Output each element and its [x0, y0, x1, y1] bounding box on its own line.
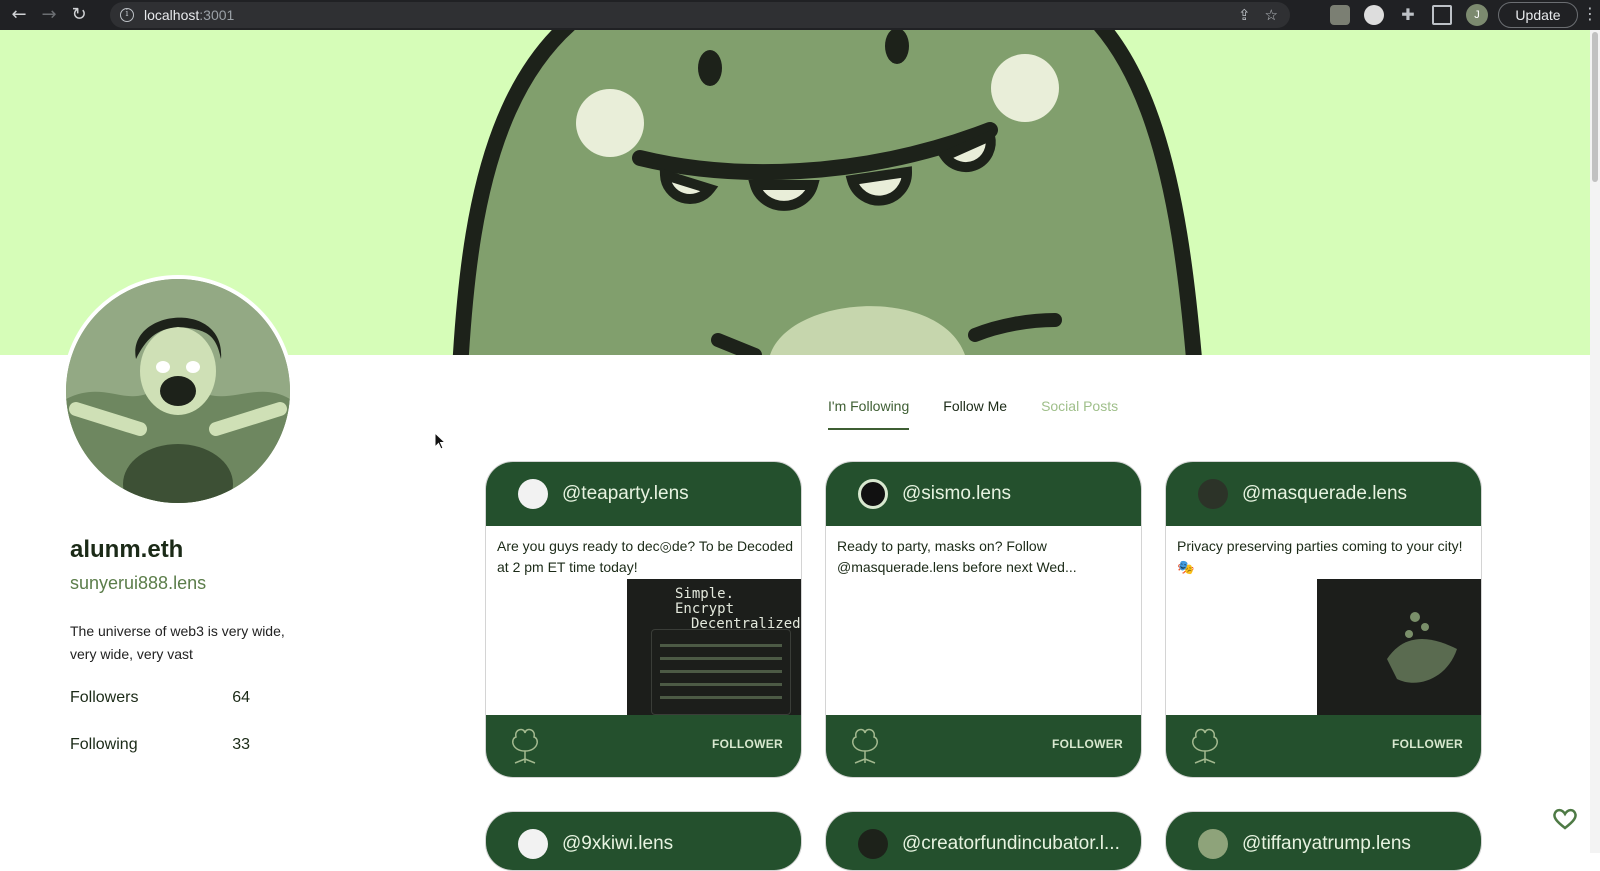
url-host: localhost [144, 7, 200, 23]
card-handle[interactable]: @masquerade.lens [1242, 483, 1407, 505]
creatorfund-avatar-icon [858, 829, 888, 859]
card-footer: FOLLOWER [826, 715, 1141, 777]
following-stat[interactable]: Following 33 [70, 736, 250, 754]
browser-menu-icon[interactable]: ⋮ [1582, 4, 1598, 23]
lens-tree-icon [852, 728, 878, 764]
profile-handle: sunyerui888.lens [70, 573, 207, 593]
extension-fox-icon[interactable] [1330, 5, 1350, 25]
mask-artwork-icon [1387, 612, 1457, 683]
teaparty-avatar-icon [518, 479, 548, 509]
back-arrow-icon[interactable]: ← [8, 4, 30, 26]
heart-icon[interactable] [1552, 808, 1578, 830]
share-icon[interactable]: ⇪ [1238, 6, 1251, 24]
card-post-image [1317, 579, 1481, 715]
profile-name: alunm.eth [70, 536, 184, 563]
lens-tree-icon [1192, 728, 1218, 764]
following-label: Following [70, 736, 138, 753]
bookmark-star-icon[interactable]: ☆ [1265, 6, 1278, 24]
following-card[interactable]: @9xkiwi.lens [485, 811, 802, 871]
card-header: @creatorfundincubator.l... [826, 812, 1141, 870]
update-button[interactable]: Update [1498, 2, 1578, 28]
card-footer: FOLLOWER [1166, 715, 1481, 777]
avatar-illustration [66, 279, 290, 503]
post-image-line-1: Simple. Encrypt [675, 586, 735, 617]
following-count: 33 [232, 736, 250, 753]
tab-im-following[interactable]: I'm Following [828, 398, 910, 430]
card-header: @sismo.lens [826, 462, 1141, 526]
browser-toolbar: ← → ↻ i localhost:3001 ⇪ ☆ ✚ J Update ⋮ [0, 0, 1600, 30]
9xkiwi-avatar-icon [518, 829, 548, 859]
card-header: @masquerade.lens [1166, 462, 1481, 526]
card-post-text: Ready to party, masks on? Follow @masque… [837, 538, 1077, 575]
following-card[interactable]: @creatorfundincubator.l... [825, 811, 1142, 871]
info-icon[interactable]: i [120, 8, 134, 22]
lens-tree-icon [512, 728, 538, 764]
extension-circle-icon[interactable] [1364, 5, 1384, 25]
following-card[interactable]: @teaparty.lens Are you guys ready to dec… [485, 461, 802, 778]
forward-arrow-icon[interactable]: → [38, 4, 60, 26]
card-header: @tiffanyatrump.lens [1166, 812, 1481, 870]
card-handle[interactable]: @tiffanyatrump.lens [1242, 833, 1411, 855]
post-image-caption: Simple. Encrypt Decentralized [627, 579, 801, 632]
following-card[interactable]: @masquerade.lens Privacy preserving part… [1165, 461, 1482, 778]
post-image-chat-panel [651, 629, 791, 715]
card-body: Are you guys ready to dec◎de? To be Deco… [486, 526, 801, 715]
url-port: :3001 [199, 7, 235, 23]
profile-bio: The universe of web3 is very wide, very … [70, 623, 285, 662]
scrollbar[interactable] [1590, 30, 1600, 853]
url-text: localhost:3001 [144, 7, 234, 23]
profile-avatar-button[interactable]: J [1466, 4, 1488, 26]
follower-button[interactable]: FOLLOWER [1392, 737, 1463, 751]
card-handle[interactable]: @creatorfundincubator.l... [902, 833, 1120, 855]
followers-stat[interactable]: Followers 64 [70, 689, 250, 707]
tab-social-posts[interactable]: Social Posts [1041, 398, 1118, 430]
followers-count: 64 [232, 689, 250, 706]
card-body: Privacy preserving parties coming to you… [1166, 526, 1481, 715]
side-panel-icon[interactable] [1432, 5, 1452, 25]
tiffanyatrump-avatar-icon [1198, 829, 1228, 859]
profile-avatar [62, 275, 294, 507]
card-post-text: Privacy preserving parties coming to you… [1177, 538, 1463, 575]
card-footer: FOLLOWER [486, 715, 801, 777]
follower-button[interactable]: FOLLOWER [1052, 737, 1123, 751]
following-card[interactable]: @tiffanyatrump.lens [1165, 811, 1482, 871]
card-handle[interactable]: @sismo.lens [902, 483, 1011, 505]
follower-button[interactable]: FOLLOWER [712, 737, 783, 751]
card-post-text: Are you guys ready to dec◎de? To be Deco… [497, 538, 794, 575]
reload-icon[interactable]: ↻ [68, 4, 90, 26]
tab-follow-me[interactable]: Follow Me [943, 398, 1007, 430]
card-header: @teaparty.lens [486, 462, 801, 526]
card-post-image: Simple. Encrypt Decentralized [627, 579, 801, 715]
card-header: @9xkiwi.lens [486, 812, 801, 870]
address-bar[interactable]: i localhost:3001 ⇪ ☆ [110, 2, 1290, 28]
extensions-puzzle-icon[interactable]: ✚ [1398, 5, 1418, 25]
profile-tabs: I'm Following Follow Me Social Posts [828, 398, 1118, 430]
card-handle[interactable]: @teaparty.lens [562, 483, 689, 505]
scrollbar-thumb[interactable] [1592, 32, 1598, 182]
card-handle[interactable]: @9xkiwi.lens [562, 833, 673, 855]
following-card[interactable]: @sismo.lens Ready to party, masks on? Fo… [825, 461, 1142, 778]
sismo-avatar-icon [858, 479, 888, 509]
mouse-cursor-icon [434, 432, 447, 450]
followers-label: Followers [70, 689, 139, 706]
masquerade-avatar-icon [1198, 479, 1228, 509]
card-body: Ready to party, masks on? Follow @masque… [826, 526, 1141, 715]
